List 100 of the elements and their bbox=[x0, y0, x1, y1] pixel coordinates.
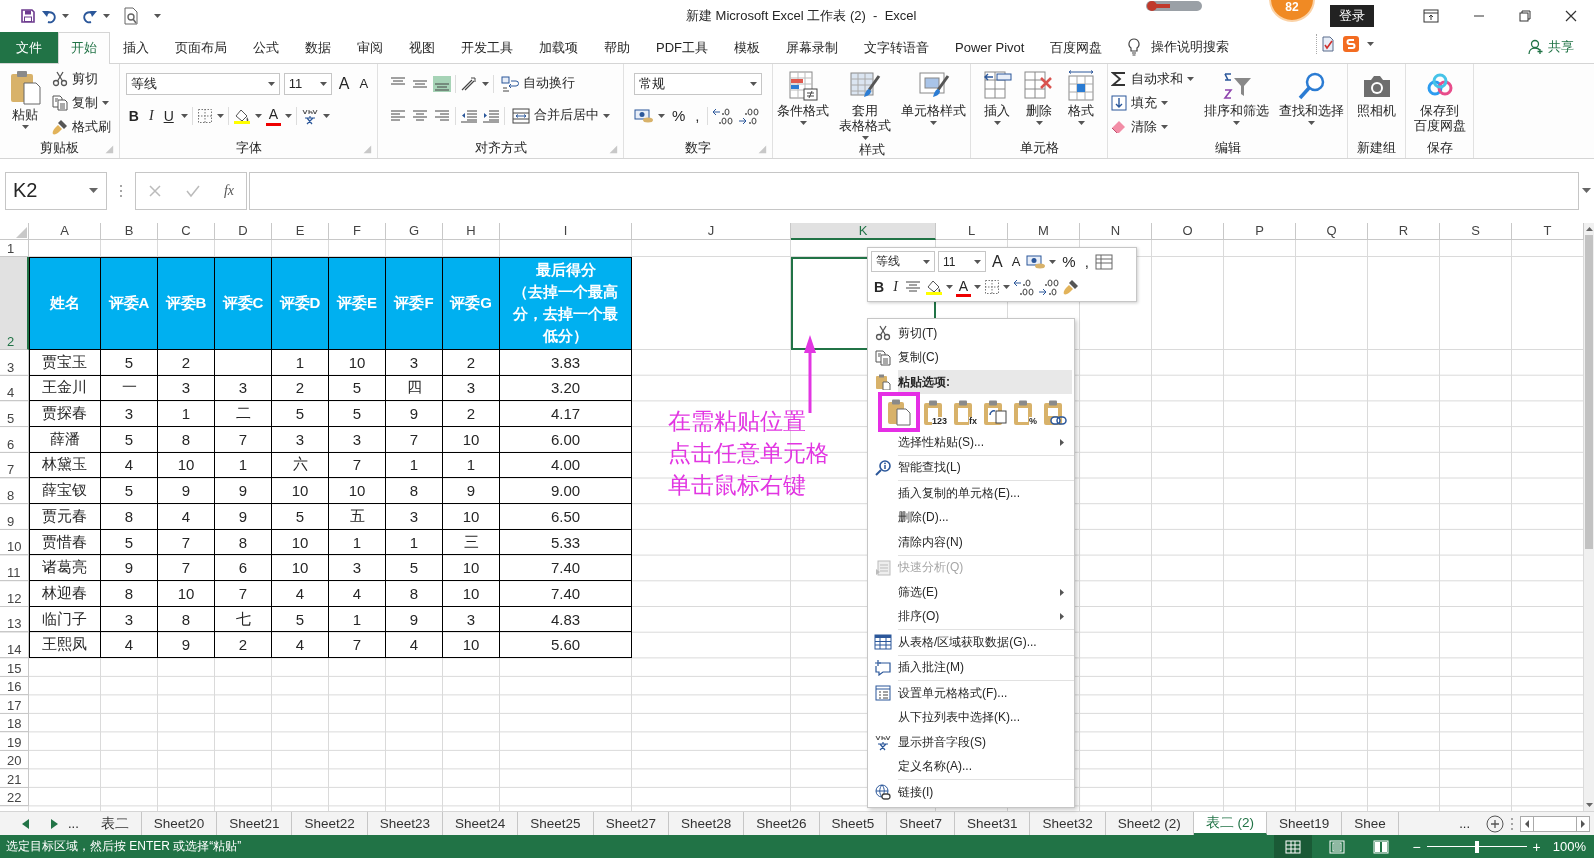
more-sheets-button[interactable]: ... bbox=[58, 812, 89, 835]
italic-button[interactable]: I bbox=[890, 276, 901, 299]
ribbon-tab[interactable]: Power Pivot bbox=[942, 32, 1038, 63]
align-left-icon[interactable] bbox=[388, 107, 407, 124]
ribbon-tab[interactable]: 文字转语音 bbox=[851, 32, 942, 63]
caret-icon[interactable] bbox=[1049, 259, 1057, 264]
border-icon[interactable] bbox=[196, 107, 213, 124]
zoom-out-button[interactable]: − bbox=[1406, 838, 1427, 855]
ribbon-tab[interactable]: PDF工具 bbox=[643, 32, 721, 63]
ribbon-button[interactable]: 单元格样式 bbox=[898, 67, 969, 127]
fill-bucket-icon[interactable] bbox=[232, 107, 251, 124]
scroll-thumb[interactable] bbox=[1585, 234, 1593, 549]
orientation-icon[interactable] bbox=[459, 75, 478, 92]
decrease-decimal-icon[interactable] bbox=[1038, 278, 1061, 297]
font-name-field[interactable]: 等线 bbox=[125, 72, 280, 95]
ribbon-button[interactable]: 查找和选择 bbox=[1276, 67, 1347, 127]
increase-indent-icon[interactable] bbox=[481, 107, 500, 124]
sheet-tab[interactable]: 表二 (2) bbox=[1193, 812, 1267, 835]
ribbon-tab[interactable]: 加载项 bbox=[526, 32, 591, 63]
bold-button[interactable]: B bbox=[871, 276, 888, 299]
menu-item[interactable]: 设置单元格格式(F)... bbox=[868, 681, 1074, 706]
increase-decimal-icon[interactable] bbox=[711, 106, 734, 125]
menu-item[interactable]: 复制(C) bbox=[868, 345, 1074, 370]
row-number[interactable]: 20 bbox=[0, 750, 29, 770]
row-number[interactable]: 18 bbox=[0, 713, 29, 733]
table-icon[interactable] bbox=[1094, 253, 1113, 270]
redo-icon[interactable] bbox=[82, 8, 98, 24]
ribbon-tab[interactable]: 数据 bbox=[292, 32, 344, 63]
save-icon[interactable] bbox=[20, 8, 36, 24]
zoom-in-button[interactable]: + bbox=[1526, 838, 1547, 855]
bold-button[interactable]: B bbox=[125, 104, 142, 127]
ribbon-tab[interactable]: 审阅 bbox=[344, 32, 396, 63]
menu-item[interactable]: 删除(D)... bbox=[868, 505, 1074, 530]
split-handle-icon[interactable] bbox=[1510, 816, 1514, 831]
close-icon[interactable] bbox=[1565, 10, 1577, 22]
row-number[interactable]: 19 bbox=[0, 732, 29, 751]
login-button[interactable]: 登录 bbox=[1330, 5, 1374, 27]
font-size-field[interactable]: 11 bbox=[283, 72, 332, 95]
row-number[interactable]: 2 bbox=[0, 256, 29, 350]
row-number[interactable]: 16 bbox=[0, 676, 29, 696]
clear-button[interactable]: 清除 bbox=[1108, 115, 1197, 139]
ribbon-tab[interactable]: 帮助 bbox=[591, 32, 643, 63]
menu-item[interactable]: 链接(I) bbox=[868, 780, 1074, 805]
merge-center-button[interactable]: 合并后居中 bbox=[508, 104, 613, 128]
search-hint[interactable]: 操作说明搜索 bbox=[1151, 38, 1230, 57]
row-number[interactable]: 4 bbox=[0, 375, 29, 402]
row-number[interactable]: 12 bbox=[0, 581, 29, 607]
row-number[interactable]: 7 bbox=[0, 452, 29, 479]
ribbon-tab[interactable]: 页面布局 bbox=[162, 32, 240, 63]
ribbon-button[interactable]: 条件格式 bbox=[774, 67, 832, 127]
percent-button[interactable]: % bbox=[1059, 250, 1079, 273]
shrink-font-button[interactable]: A bbox=[1008, 250, 1024, 273]
align-bottom-icon[interactable] bbox=[432, 75, 451, 92]
menu-item[interactable]: 智能查找(L) bbox=[868, 455, 1074, 480]
fill-bucket-icon[interactable] bbox=[924, 279, 943, 296]
ribbon-tab[interactable]: 公式 bbox=[240, 32, 292, 63]
row-number[interactable]: 22 bbox=[0, 787, 29, 807]
caret-icon[interactable] bbox=[285, 113, 293, 118]
menu-item[interactable]: 从下拉列表中选择(K)... bbox=[868, 705, 1074, 730]
font-name-field[interactable]: 等线 bbox=[871, 251, 935, 273]
ribbon-tab[interactable]: 视图 bbox=[396, 32, 448, 63]
file-tab[interactable]: 文件 bbox=[0, 32, 58, 63]
row-number[interactable]: 9 bbox=[0, 504, 29, 530]
align-right-icon[interactable] bbox=[432, 107, 451, 124]
horizontal-scrollbar[interactable] bbox=[1520, 815, 1590, 832]
ribbon-display-icon[interactable] bbox=[1423, 9, 1439, 23]
input-method-icon[interactable] bbox=[1343, 36, 1359, 52]
menu-item[interactable]: 定义名称(A)... bbox=[868, 754, 1074, 779]
menu-item[interactable]: 从表格/区域获取数据(G)... bbox=[868, 630, 1074, 655]
row-number[interactable]: 13 bbox=[0, 606, 29, 633]
currency-icon[interactable] bbox=[1026, 253, 1047, 270]
caret-icon[interactable] bbox=[62, 14, 69, 18]
shrink-font-button[interactable]: A bbox=[356, 72, 372, 95]
menu-item[interactable]: 清除内容(N) bbox=[868, 530, 1074, 555]
document-check-icon[interactable] bbox=[1321, 36, 1335, 52]
font-color-button[interactable]: A bbox=[265, 105, 282, 126]
zoom-level[interactable]: 100% bbox=[1546, 839, 1594, 854]
caret-icon[interactable] bbox=[154, 14, 161, 18]
row-number[interactable]: 3 bbox=[0, 349, 29, 376]
row-number[interactable]: 14 bbox=[0, 632, 29, 659]
caret-icon[interactable] bbox=[254, 113, 262, 118]
share-button[interactable]: 共享 bbox=[1528, 32, 1574, 63]
row-number[interactable]: 21 bbox=[0, 769, 29, 788]
row-number[interactable]: 5 bbox=[0, 401, 29, 427]
font-size-field[interactable]: 11 bbox=[938, 251, 986, 273]
decrease-indent-icon[interactable] bbox=[459, 107, 478, 124]
comma-button[interactable]: , bbox=[1081, 250, 1092, 273]
ribbon-button[interactable]: 照相机 bbox=[1354, 67, 1399, 121]
font-color-button[interactable]: A bbox=[955, 277, 972, 298]
percent-button[interactable]: % bbox=[669, 104, 689, 127]
ribbon-tab[interactable]: 插入 bbox=[110, 32, 162, 63]
scroll-thumb[interactable] bbox=[1534, 815, 1576, 832]
caret-icon[interactable] bbox=[658, 113, 665, 118]
expand-caret-icon[interactable] bbox=[1582, 187, 1591, 193]
ribbon-tab[interactable]: 屏幕录制 bbox=[773, 32, 851, 63]
ribbon-tab[interactable]: 百度网盘 bbox=[1037, 32, 1116, 63]
name-box[interactable]: K2 bbox=[5, 171, 107, 210]
number-format-field[interactable]: 常规 bbox=[634, 72, 762, 95]
caret-icon[interactable] bbox=[103, 14, 110, 18]
previous-sheet-icon[interactable] bbox=[22, 818, 30, 829]
